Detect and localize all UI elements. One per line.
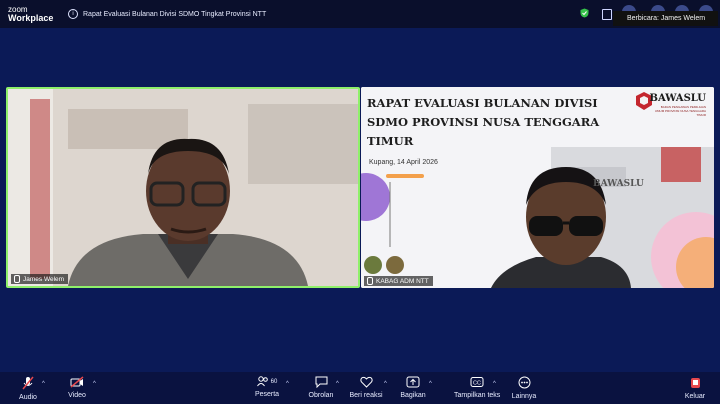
bawaslu-logo-subtitle: BADAN PENGAWAS PEMILIHAN UMUM PROVINSI N… — [654, 105, 706, 117]
participant-video — [8, 89, 358, 286]
svg-text:CC: CC — [473, 381, 481, 387]
participants-options-caret-icon[interactable]: ^ — [286, 381, 289, 387]
captions-button[interactable]: CC Tampilkan teks — [454, 376, 500, 399]
participants-button[interactable]: 60 Peserta — [250, 376, 284, 398]
participant-name: KABAG ADM NTT — [376, 277, 429, 285]
participants-count: 60 — [270, 378, 278, 385]
leave-meeting-icon — [690, 378, 700, 388]
participant-name-tag: James Welem — [11, 274, 69, 284]
bawaslu-logo-text: BAWASLU — [649, 93, 707, 104]
video-tile-kabag-adm-ntt[interactable]: RAPAT EVALUASI BULANAN DIVISI SDMO PROVI… — [361, 87, 714, 288]
mic-muted-icon — [14, 275, 20, 283]
share-label: Bagikan — [400, 392, 426, 399]
chat-label: Obrolan — [308, 392, 334, 399]
share-button[interactable]: Bagikan — [398, 376, 428, 399]
participants-icon — [256, 376, 268, 387]
audio-options-caret-icon[interactable]: ^ — [42, 381, 45, 387]
heart-icon — [359, 376, 373, 388]
brand-line2: Workplace — [8, 13, 54, 23]
more-options-icon — [518, 376, 530, 389]
audio-label: Audio — [19, 394, 37, 401]
meeting-info[interactable]: i Rapat Evaluasi Bulanan Divisi SDMO Tin… — [68, 9, 266, 19]
reactions-label: Beri reaksi — [349, 392, 383, 399]
meeting-title: Rapat Evaluasi Bulanan Divisi SDMO Tingk… — [83, 10, 267, 18]
reactions-options-caret-icon[interactable]: ^ — [384, 381, 387, 387]
captions-label: Tampilkan teks — [454, 392, 501, 399]
speaker-indicator: Berbicara: James Welem — [613, 11, 718, 26]
building-sign: BAWASLU — [593, 179, 644, 189]
more-label: Lainnya — [511, 393, 537, 400]
chat-button[interactable]: Obrolan — [306, 376, 336, 399]
info-icon[interactable]: i — [68, 9, 78, 19]
share-screen-icon — [406, 376, 420, 388]
mic-muted-icon — [367, 277, 373, 285]
video-button[interactable]: Video — [63, 376, 91, 399]
video-tile-james-welem[interactable]: James Welem — [6, 87, 360, 288]
top-bar: zoom Workplace i Rapat Evaluasi Bulanan … — [0, 0, 720, 28]
slide-title-line: TIMUR — [367, 134, 414, 148]
chat-options-caret-icon[interactable]: ^ — [336, 381, 339, 387]
slide-title-line: RAPAT EVALUASI BULANAN DIVISI — [367, 96, 598, 110]
leave-label: Keluar — [684, 393, 706, 400]
participant-name-tag: KABAG ADM NTT — [364, 276, 433, 286]
share-options-caret-icon[interactable]: ^ — [429, 381, 432, 387]
notes-icon[interactable] — [602, 9, 612, 20]
participants-label: Peserta — [254, 391, 280, 398]
closed-captions-icon: CC — [470, 377, 484, 387]
meeting-toolbar: Audio ^ Video ^ 60 Peserta ^ Obrolan ^ B… — [0, 372, 720, 404]
video-camera-off-icon — [70, 376, 84, 388]
video-label: Video — [68, 392, 86, 399]
captions-options-caret-icon[interactable]: ^ — [493, 381, 496, 387]
audio-button[interactable]: Audio — [14, 376, 42, 401]
leave-button[interactable]: Keluar — [681, 376, 709, 400]
reactions-button[interactable]: Beri reaksi — [348, 376, 384, 399]
slide-title: RAPAT EVALUASI BULANAN DIVISI SDMO PROVI… — [367, 94, 607, 151]
chat-icon — [315, 376, 327, 389]
slide-title-line: SDMO PROVINSI NUSA TENGGARA — [367, 115, 600, 129]
video-options-caret-icon[interactable]: ^ — [93, 381, 96, 387]
slide-date: Kupang, 14 April 2026 — [369, 159, 438, 166]
zoom-logo: zoom Workplace — [8, 5, 53, 23]
security-shield-icon[interactable] — [580, 8, 589, 18]
microphone-muted-icon — [22, 376, 34, 390]
participant-name: James Welem — [23, 275, 65, 283]
more-button[interactable]: Lainnya — [510, 376, 538, 400]
